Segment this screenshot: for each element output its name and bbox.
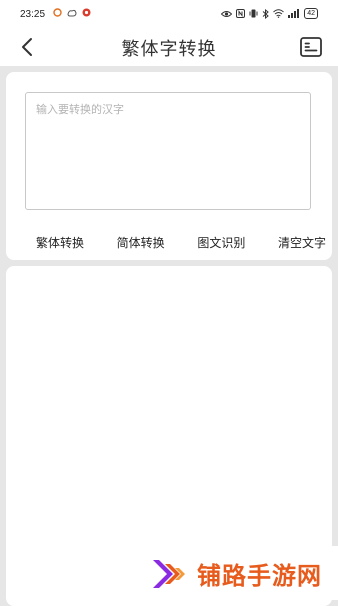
- signal-icon: [288, 9, 300, 18]
- clear-text-button[interactable]: 清空文字: [278, 234, 326, 251]
- menu-button[interactable]: [300, 37, 322, 57]
- vibrate-icon: [249, 9, 258, 18]
- bluetooth-icon: [262, 8, 269, 19]
- watermark-text: 铺路手游网: [197, 562, 322, 590]
- watermark: 铺路手游网: [137, 546, 338, 600]
- status-bar: 23:25 42: [0, 0, 338, 30]
- wifi-icon: [273, 9, 285, 18]
- list-card-icon: [300, 37, 322, 57]
- traditional-convert-button[interactable]: 繁体转换: [36, 234, 84, 251]
- nfc-icon: [236, 9, 246, 18]
- app-bar: 繁体字转换: [0, 30, 338, 66]
- notification-icon: [53, 8, 62, 17]
- watermark-logo-icon: [153, 560, 185, 588]
- ocr-button[interactable]: 图文识别: [197, 234, 245, 251]
- status-right-icons: 42: [221, 8, 318, 19]
- app-notification-icon: [82, 8, 91, 17]
- action-row: 繁体转换 简体转换 图文识别 清空文字: [36, 234, 326, 251]
- weather-icon: [67, 9, 77, 17]
- simplified-convert-button[interactable]: 简体转换: [117, 234, 165, 251]
- battery-indicator: 42: [304, 8, 318, 19]
- status-time: 23:25: [20, 9, 46, 20]
- status-left-icons: [53, 8, 91, 17]
- eye-icon: [221, 10, 233, 17]
- page-title: 繁体字转换: [121, 39, 217, 60]
- input-card: 繁体转换 简体转换 图文识别 清空文字: [6, 72, 332, 260]
- text-input[interactable]: [25, 92, 311, 210]
